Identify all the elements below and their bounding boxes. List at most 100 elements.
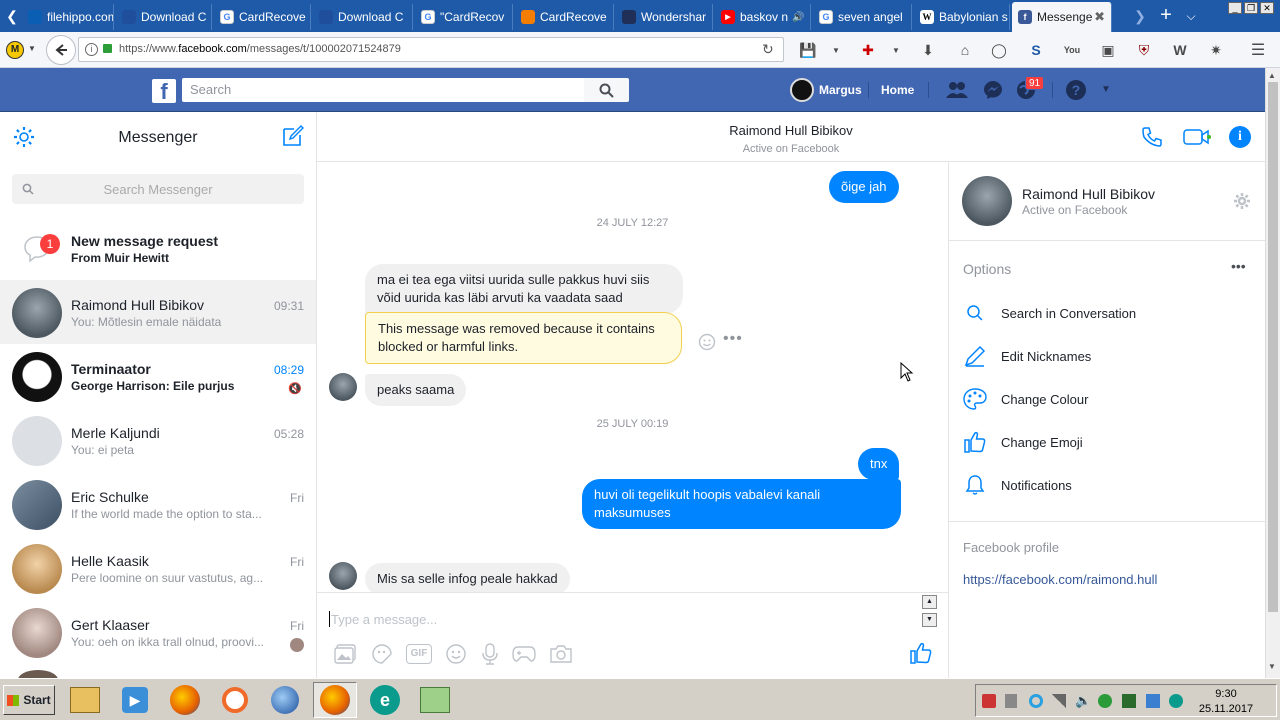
browser-tab[interactable]: CardRecove xyxy=(515,4,614,30)
media-player-app-icon[interactable]: ▶ xyxy=(113,682,157,718)
voice-call-icon[interactable] xyxy=(1140,125,1164,149)
message-bubble-incoming[interactable]: peaks saama xyxy=(365,374,467,406)
browser-tab[interactable]: ▶ baskov n 🔊 xyxy=(715,4,811,30)
download-manager-app-icon[interactable] xyxy=(413,682,457,718)
tray-network-icon[interactable] xyxy=(982,694,996,708)
facebook-search-button[interactable] xyxy=(584,78,629,102)
browser-tab[interactable]: W Babylonian s xyxy=(914,4,1010,30)
conversation-info-icon[interactable]: i xyxy=(1229,126,1251,148)
message-bubble-outgoing[interactable]: huvi oli tegelikult hoopis vabalevi kana… xyxy=(582,479,901,529)
ublock-icon[interactable]: ⛨ xyxy=(1134,40,1154,60)
gif-icon[interactable]: GIF xyxy=(406,644,432,664)
profile-link[interactable]: https://facebook.com/raimond.hull xyxy=(963,572,1157,587)
firefox-app-icon[interactable] xyxy=(163,682,207,718)
download-icon[interactable]: ⬇ xyxy=(918,40,938,60)
message-input[interactable]: Type a message... xyxy=(329,607,919,631)
message-request-item[interactable]: 1 New message request From Muir Hewitt xyxy=(0,216,316,280)
tray-usb-icon[interactable] xyxy=(1005,694,1017,708)
facebook-search-input[interactable]: Search xyxy=(182,78,584,102)
messenger-icon[interactable] xyxy=(983,80,1003,100)
conversation-item[interactable]: Eric Schulke If the world made the option… xyxy=(0,472,316,536)
firefox-active-app-icon[interactable] xyxy=(313,682,357,718)
input-scroll-down-icon[interactable]: ▼ xyxy=(922,613,937,627)
compose-icon[interactable] xyxy=(281,124,305,148)
message-bubble-incoming[interactable]: ma ei tea ega viitsi uurida sulle pakkus… xyxy=(365,264,683,314)
avast-app-icon[interactable] xyxy=(213,682,257,718)
message-bubble-incoming[interactable]: Mis sa selle infog peale hakkad xyxy=(365,563,570,592)
option-item[interactable]: Edit Nicknames xyxy=(963,341,1253,371)
pocket-icon[interactable]: ◯ xyxy=(989,40,1009,60)
more-actions-icon[interactable]: ••• xyxy=(723,330,743,348)
browser-tab[interactable]: Gseven angel xyxy=(813,4,912,30)
option-item[interactable]: Change Colour xyxy=(963,384,1253,414)
s-extension-icon[interactable]: S xyxy=(1026,40,1046,60)
home-link[interactable]: Home xyxy=(881,83,914,97)
tray-signal-icon[interactable] xyxy=(1052,694,1066,708)
back-button[interactable] xyxy=(46,35,76,65)
first-aid-icon[interactable]: ✚ xyxy=(858,40,878,60)
tray-monitor-icon[interactable] xyxy=(1122,694,1136,708)
info-contact-name[interactable]: Raimond Hull Bibikov xyxy=(1022,186,1155,202)
screenshot-extension-icon[interactable]: ▣ xyxy=(1098,40,1118,60)
user-name-link[interactable]: Margus xyxy=(819,83,862,97)
input-scroll-up-icon[interactable]: ▲ xyxy=(922,595,937,609)
browser-tab[interactable]: filehippo.com xyxy=(22,4,114,30)
conversation-item[interactable]: Gert Klaaser You: oeh on ikka trall olnud… xyxy=(0,600,316,664)
conversation-item[interactable]: Terminaator George Harrison: Eile purjus 0… xyxy=(0,344,316,408)
option-item[interactable]: Search in Conversation xyxy=(963,298,1253,328)
clock-time[interactable]: 9:30 xyxy=(1191,688,1261,700)
tab-list-icon[interactable]: ⌵ xyxy=(1183,6,1199,26)
option-item[interactable]: Change Emoji xyxy=(963,427,1253,457)
info-avatar[interactable] xyxy=(962,176,1012,226)
close-window-button[interactable]: ✕ xyxy=(1260,2,1274,14)
youtube-extension-icon[interactable]: You xyxy=(1062,40,1082,60)
message-bubble-outgoing[interactable]: õige jah xyxy=(829,171,899,203)
search-messenger-input[interactable]: Search Messenger xyxy=(12,174,304,204)
save-page-icon[interactable]: 💾 xyxy=(798,40,818,60)
browser-tab[interactable]: G CardRecove xyxy=(214,4,311,30)
option-item[interactable]: Notifications xyxy=(963,470,1253,500)
scroll-down-icon[interactable]: ▼ xyxy=(1268,662,1276,671)
browser-tab[interactable]: G "CardRecov xyxy=(415,4,513,30)
info-icon[interactable]: i xyxy=(85,43,98,56)
new-tab-button[interactable]: + xyxy=(1156,4,1176,26)
url-bar[interactable]: i https://www.facebook.com/messages/t/10… xyxy=(78,37,784,62)
minimize-button[interactable]: _ xyxy=(1228,2,1242,14)
puzzle-extension-icon[interactable]: ✷ xyxy=(1206,40,1226,60)
friend-requests-icon[interactable] xyxy=(945,80,969,100)
save-dropdown-icon[interactable]: ▼ xyxy=(826,40,846,60)
tray-eset-icon[interactable] xyxy=(1169,694,1183,708)
tab-audio-icon[interactable]: 🔊 xyxy=(792,12,804,23)
thunderbird-app-icon[interactable] xyxy=(263,682,307,718)
info-settings-gear-icon[interactable] xyxy=(1234,193,1250,209)
home-icon[interactable]: ⌂ xyxy=(955,40,975,60)
file-manager-app-icon[interactable] xyxy=(63,682,107,718)
user-avatar[interactable] xyxy=(790,78,814,102)
emoji-icon[interactable] xyxy=(445,643,467,665)
camera-icon[interactable] xyxy=(549,644,573,664)
video-call-icon[interactable] xyxy=(1183,127,1211,147)
tray-volume-icon[interactable]: 🔈 xyxy=(1075,693,1091,709)
maximize-button[interactable]: ❐ xyxy=(1244,2,1258,14)
page-scrollbar[interactable]: ▲ ▼ xyxy=(1265,68,1280,678)
thumbs-up-send-icon[interactable] xyxy=(909,641,933,665)
tab-scroll-right-icon[interactable]: ❯ xyxy=(1132,6,1148,26)
emoji-react-icon[interactable] xyxy=(698,333,716,351)
clock-date[interactable]: 25.11.2017 xyxy=(1191,703,1261,715)
conversation-item[interactable]: Raimond Hull Bibikov You: Mõtlesin emale … xyxy=(0,280,316,344)
sticker-icon[interactable] xyxy=(371,643,393,665)
tray-security-icon[interactable] xyxy=(1098,694,1112,708)
facebook-logo-icon[interactable]: f xyxy=(152,79,176,104)
extension-m-icon[interactable]: M xyxy=(6,41,24,59)
tray-app-icon[interactable] xyxy=(1029,694,1043,708)
extension-menu-arrow-icon[interactable]: ▼ xyxy=(28,44,36,53)
eset-app-icon[interactable]: e xyxy=(363,682,407,718)
account-menu-icon[interactable]: ▼ xyxy=(1101,84,1111,95)
tray-sync-icon[interactable] xyxy=(1146,694,1160,708)
hamburger-menu-icon[interactable]: ☰ xyxy=(1248,40,1268,60)
start-button[interactable]: Start xyxy=(3,685,55,715)
first-aid-dropdown-icon[interactable]: ▼ xyxy=(886,40,906,60)
options-more-icon[interactable]: ••• xyxy=(1231,258,1246,274)
photo-icon[interactable] xyxy=(334,644,356,664)
message-bubble-outgoing[interactable]: tnx xyxy=(858,448,900,480)
